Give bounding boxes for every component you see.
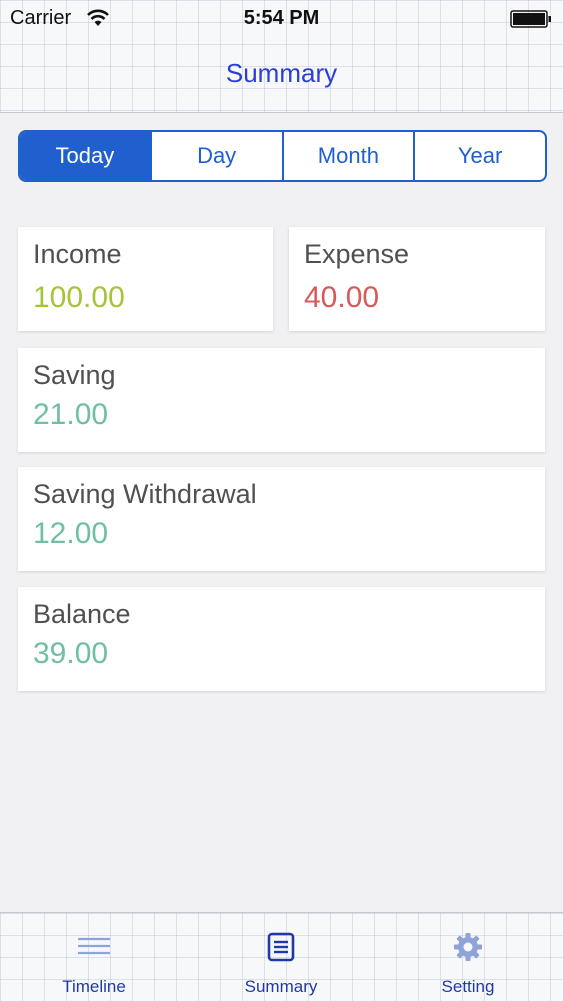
expense-card[interactable]: Expense 40.00 bbox=[289, 227, 545, 331]
saving-withdrawal-card[interactable]: Saving Withdrawal 12.00 bbox=[18, 467, 545, 571]
tab-setting[interactable]: Setting bbox=[398, 913, 538, 1001]
segment-day[interactable]: Day bbox=[149, 132, 282, 180]
tab-timeline-label: Timeline bbox=[62, 977, 126, 996]
tab-setting-label: Setting bbox=[441, 977, 495, 996]
segment-month[interactable]: Month bbox=[281, 132, 414, 180]
income-label: Income bbox=[33, 239, 122, 269]
saving-label: Saving bbox=[33, 360, 116, 390]
balance-value: 39.00 bbox=[33, 637, 109, 670]
balance-label: Balance bbox=[33, 599, 131, 629]
navigation-bar: Carrier 5:54 PM Summary bbox=[0, 0, 563, 113]
income-card[interactable]: Income 100.00 bbox=[18, 227, 273, 331]
saving-withdrawal-label: Saving Withdrawal bbox=[33, 479, 257, 509]
status-bar: Carrier 5:54 PM bbox=[0, 0, 563, 38]
period-segmented-control: Today Day Month Year bbox=[18, 130, 547, 182]
income-value: 100.00 bbox=[33, 281, 125, 314]
balance-card[interactable]: Balance 39.00 bbox=[18, 587, 545, 691]
segment-today[interactable]: Today bbox=[20, 132, 150, 180]
expense-value: 40.00 bbox=[304, 281, 380, 314]
list-lines-icon bbox=[78, 937, 110, 955]
gear-icon bbox=[454, 933, 482, 961]
battery-icon bbox=[510, 10, 551, 28]
tab-timeline[interactable]: Timeline bbox=[24, 913, 164, 1001]
status-time: 5:54 PM bbox=[243, 7, 320, 29]
page-title: Summary bbox=[225, 58, 338, 88]
segment-year[interactable]: Year bbox=[413, 132, 545, 180]
saving-withdrawal-value: 12.00 bbox=[33, 517, 109, 550]
tab-summary-label: Summary bbox=[244, 977, 318, 996]
document-icon bbox=[267, 932, 295, 962]
tab-summary[interactable]: Summary bbox=[211, 913, 351, 1001]
expense-label: Expense bbox=[304, 239, 410, 269]
saving-value: 21.00 bbox=[33, 398, 109, 431]
tab-bar: Timeline Summary Setting bbox=[0, 912, 563, 1001]
saving-card[interactable]: Saving 21.00 bbox=[18, 348, 545, 452]
